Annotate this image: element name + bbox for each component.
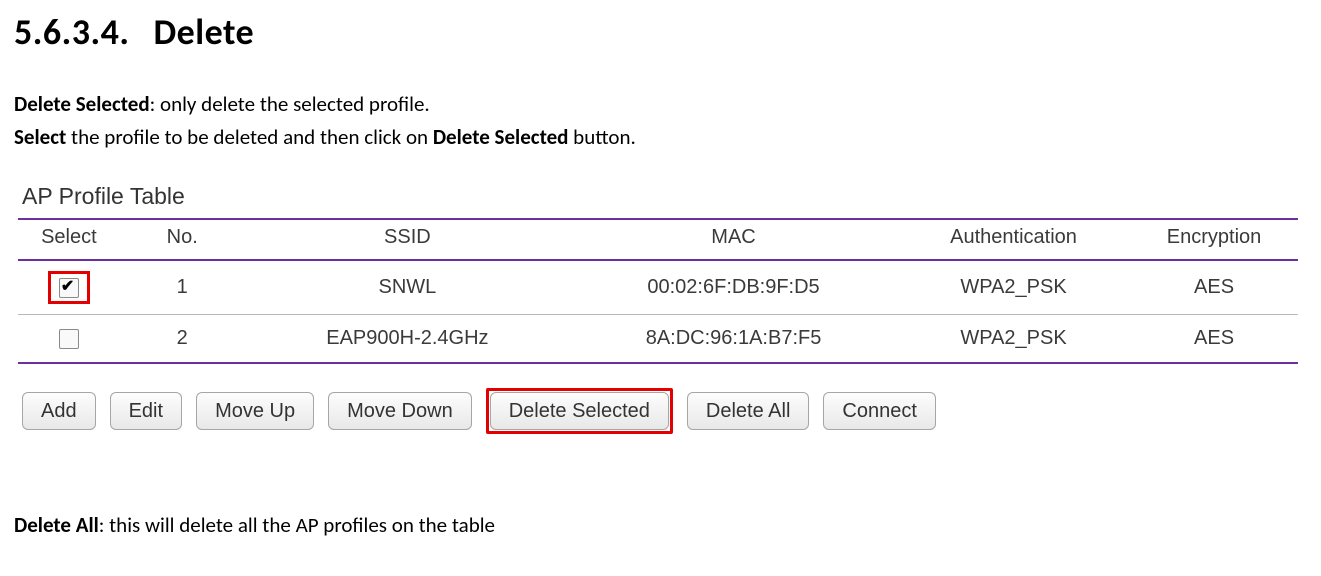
row1-enc: AES [1130,260,1298,315]
row2-ssid: EAP900H-2.4GHz [245,315,570,364]
move-up-button[interactable]: Move Up [196,392,314,430]
move-down-button[interactable]: Move Down [328,392,472,430]
row2-auth: WPA2_PSK [897,315,1130,364]
col-no: No. [120,219,245,260]
row1-mac: 00:02:6F:DB:9F:D5 [570,260,897,315]
footer-text: Delete All: this will delete all the AP … [14,512,1321,538]
col-ssid: SSID [245,219,570,260]
intro-select-label: Select [14,124,66,150]
intro-text: Delete Selected: only delete the selecte… [14,88,1274,153]
connect-button[interactable]: Connect [823,392,936,430]
delete-all-button[interactable]: Delete All [687,392,810,430]
footer-delete-all-label: Delete All [14,512,99,538]
col-mac: MAC [570,219,897,260]
row2-enc: AES [1130,315,1298,364]
row2-no: 2 [120,315,245,364]
section-number: 5.6.3.4. [14,10,129,54]
table-row: 2 EAP900H-2.4GHz 8A:DC:96:1A:B7:F5 WPA2_… [18,315,1298,364]
intro-line1-rest: : only delete the selected profile. [150,91,430,117]
section-heading: 5.6.3.4. Delete [14,10,1321,54]
delete-selected-button[interactable]: Delete Selected [490,392,669,430]
row2-checkbox[interactable] [59,329,79,349]
col-select: Select [18,219,120,260]
add-button[interactable]: Add [22,392,96,430]
table-row: 1 SNWL 00:02:6F:DB:9F:D5 WPA2_PSK AES [18,260,1298,315]
edit-button[interactable]: Edit [110,392,182,430]
row1-auth: WPA2_PSK [897,260,1130,315]
row1-checkbox[interactable] [59,278,79,298]
row1-checkbox-highlight [48,271,90,304]
footer-rest: : this will delete all the AP profiles o… [99,512,495,538]
intro-delete-selected-label2: Delete Selected [433,124,569,150]
row2-checkbox-wrap [57,325,81,352]
delete-selected-highlight: Delete Selected [486,388,673,434]
intro-line2-end: button. [568,124,635,150]
col-auth: Authentication [897,219,1130,260]
row1-no: 1 [120,260,245,315]
section-title: Delete [153,10,254,54]
col-enc: Encryption [1130,219,1298,260]
button-row: Add Edit Move Up Move Down Delete Select… [22,388,1298,434]
intro-line2-mid: the profile to be deleted and then click… [66,124,433,150]
ap-profile-table: Select No. SSID MAC Authentication Encry… [18,218,1298,364]
ap-profile-panel: AP Profile Table Select No. SSID MAC Aut… [18,183,1298,434]
intro-delete-selected-label: Delete Selected [14,91,150,117]
row2-mac: 8A:DC:96:1A:B7:F5 [570,315,897,364]
row1-ssid: SNWL [245,260,570,315]
panel-title: AP Profile Table [22,183,1298,210]
